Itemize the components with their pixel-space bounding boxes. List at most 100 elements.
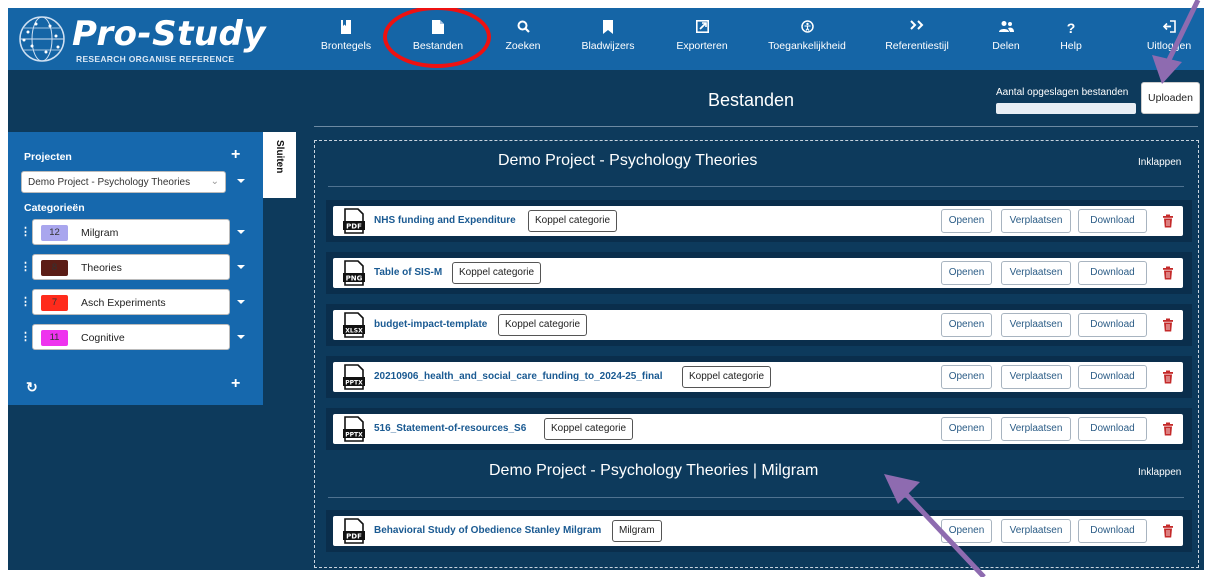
category-menu-caret-icon[interactable] xyxy=(237,265,245,269)
brand-subtitle: RESEARCH ORGANISE REFERENCE xyxy=(76,54,235,64)
logout-icon xyxy=(1162,20,1176,33)
download-button[interactable]: Download xyxy=(1078,209,1147,233)
file-name-link[interactable]: 516_Statement-of-resources_S6 xyxy=(374,423,526,434)
open-button[interactable]: Openen xyxy=(941,261,992,285)
projects-sidebar: Projecten + Demo Project - Psychology Th… xyxy=(8,132,263,405)
file-name-link[interactable]: 20210906_health_and_social_care_funding_… xyxy=(374,371,662,382)
download-button[interactable]: Download xyxy=(1078,313,1147,337)
nav-referentiestijl[interactable]: Referentiestijl xyxy=(882,20,952,60)
file-name-link[interactable]: Table of SIS-M xyxy=(374,267,442,278)
nav-help[interactable]: ? Help xyxy=(1056,20,1086,60)
open-button[interactable]: Openen xyxy=(941,519,992,543)
project-menu-caret-icon[interactable] xyxy=(237,179,245,183)
add-category-plus-icon[interactable]: + xyxy=(231,375,240,393)
download-button[interactable]: Download xyxy=(1078,365,1147,389)
xlsx-file-icon: XLSX xyxy=(343,312,365,338)
collapse-link[interactable]: Inklappen xyxy=(1138,467,1181,478)
move-button[interactable]: Verplaatsen xyxy=(1001,365,1071,389)
open-button[interactable]: Openen xyxy=(941,417,992,441)
category-item[interactable]: 8 Theories xyxy=(32,254,230,280)
users-icon xyxy=(998,21,1014,32)
collapse-link[interactable]: Inklappen xyxy=(1138,157,1181,168)
move-button[interactable]: Verplaatsen xyxy=(1001,313,1071,337)
page-title: Bestanden xyxy=(708,90,795,110)
category-menu-caret-icon[interactable] xyxy=(237,335,245,339)
file-name-link[interactable]: Behavioral Study of Obedience Stanley Mi… xyxy=(374,525,601,536)
drag-handle-icon[interactable]: ⋮ xyxy=(20,330,31,343)
category-row[interactable]: ⋮ 12 Milgram xyxy=(8,219,263,245)
drag-handle-icon[interactable]: ⋮ xyxy=(20,295,31,308)
header-divider xyxy=(314,126,1198,127)
link-category-button[interactable]: Koppel categorie xyxy=(498,314,588,336)
nav-delen[interactable]: Delen xyxy=(986,20,1026,60)
category-menu-caret-icon[interactable] xyxy=(237,300,245,304)
file-row: PPTX 20210906_health_and_social_care_fun… xyxy=(333,362,1183,392)
link-category-button[interactable]: Koppel categorie xyxy=(682,366,772,388)
nav-exporteren[interactable]: Exporteren xyxy=(670,20,734,60)
section-rule xyxy=(328,497,1184,498)
refresh-icon[interactable]: ↻ xyxy=(26,379,38,396)
section-title: Demo Project - Psychology Theories xyxy=(498,152,758,169)
move-button[interactable]: Verplaatsen xyxy=(1001,261,1071,285)
brand-title: Pro-Study xyxy=(72,14,267,54)
nav-zoeken[interactable]: Zoeken xyxy=(502,20,544,60)
nav-label: Zoeken xyxy=(505,40,541,52)
category-row[interactable]: ⋮ 7 Asch Experiments xyxy=(8,289,263,315)
pptx-file-icon: PPTX xyxy=(343,416,365,442)
open-button[interactable]: Openen xyxy=(941,365,992,389)
quote-icon xyxy=(910,20,924,30)
move-button[interactable]: Verplaatsen xyxy=(1001,417,1071,441)
move-button[interactable]: Verplaatsen xyxy=(1001,519,1071,543)
category-item[interactable]: 12 Milgram xyxy=(32,219,230,245)
delete-trash-icon[interactable] xyxy=(1162,422,1174,436)
nav-label: Uitloggen xyxy=(1146,40,1192,52)
link-category-button[interactable]: Koppel categorie xyxy=(544,418,634,440)
category-row[interactable]: ⋮ 11 Cognitive xyxy=(8,324,263,350)
file-row: XLSX budget-impact-template Koppel categ… xyxy=(333,310,1183,340)
logo[interactable]: Pro-Study RESEARCH ORGANISE REFERENCE xyxy=(14,12,267,66)
export-icon xyxy=(695,20,709,33)
nav-brontegels[interactable]: Brontegels xyxy=(320,20,372,60)
add-project-plus-icon[interactable]: + xyxy=(231,146,240,164)
category-item[interactable]: 11 Cognitive xyxy=(32,324,230,350)
categories-heading: Categorieën xyxy=(24,202,85,214)
open-button[interactable]: Openen xyxy=(941,209,992,233)
selected-project: Demo Project - Psychology Theories xyxy=(28,177,191,188)
drag-handle-icon[interactable]: ⋮ xyxy=(20,260,31,273)
download-button[interactable]: Download xyxy=(1078,261,1147,285)
move-button[interactable]: Verplaatsen xyxy=(1001,209,1071,233)
file-name-link[interactable]: budget-impact-template xyxy=(374,319,487,330)
upload-button[interactable]: Uploaden xyxy=(1141,82,1200,114)
file-name-link[interactable]: NHS funding and Expenditure xyxy=(374,215,516,226)
pptx-file-icon: PPTX xyxy=(343,364,365,390)
link-category-button[interactable]: Koppel categorie xyxy=(452,262,542,284)
open-button[interactable]: Openen xyxy=(941,313,992,337)
saved-files-label: Aantal opgeslagen bestanden xyxy=(996,87,1129,98)
nav-label: Bladwijzers xyxy=(581,40,635,52)
pdf-file-icon: PDF xyxy=(343,208,365,234)
link-category-button[interactable]: Koppel categorie xyxy=(528,210,618,232)
delete-trash-icon[interactable] xyxy=(1162,318,1174,332)
delete-trash-icon[interactable] xyxy=(1162,524,1174,538)
chevron-down-icon: ⌄ xyxy=(210,176,219,187)
category-menu-caret-icon[interactable] xyxy=(237,230,245,234)
category-label: Theories xyxy=(81,262,122,274)
download-button[interactable]: Download xyxy=(1078,417,1147,441)
project-select[interactable]: Demo Project - Psychology Theories ⌄ xyxy=(21,171,226,193)
delete-trash-icon[interactable] xyxy=(1162,214,1174,228)
nav-bladwijzers[interactable]: Bladwijzers xyxy=(578,20,638,60)
category-item[interactable]: 7 Asch Experiments xyxy=(32,289,230,315)
category-tag-button[interactable]: Milgram xyxy=(612,520,662,542)
nav-uitloggen[interactable]: Uitloggen xyxy=(1144,20,1194,60)
nav-toegankelijkheid[interactable]: Toegankelijkheid xyxy=(764,20,850,60)
delete-trash-icon[interactable] xyxy=(1162,370,1174,384)
close-sidebar-tab[interactable]: Sluiten xyxy=(263,132,296,198)
globe-logo-icon xyxy=(19,16,65,62)
file-type-label: PPTX xyxy=(345,380,363,387)
delete-trash-icon[interactable] xyxy=(1162,266,1174,280)
category-row[interactable]: ⋮ 8 Theories xyxy=(8,254,263,280)
file-row: PNG Table of SIS-M Koppel categorie Open… xyxy=(333,258,1183,288)
drag-handle-icon[interactable]: ⋮ xyxy=(20,225,31,238)
download-button[interactable]: Download xyxy=(1078,519,1147,543)
category-count-badge: 7 xyxy=(41,295,68,311)
